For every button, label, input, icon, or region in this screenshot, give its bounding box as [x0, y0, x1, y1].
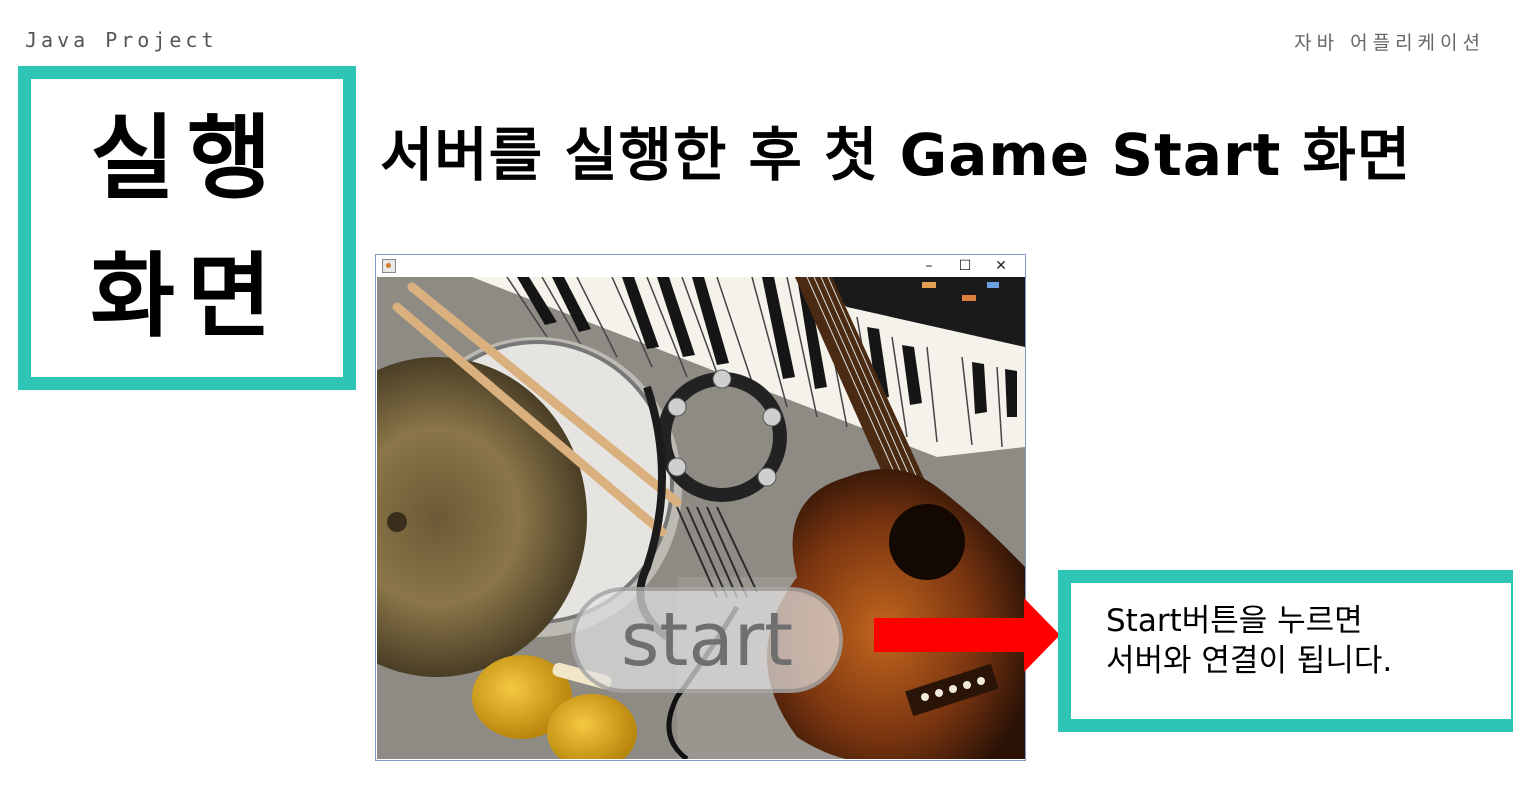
header-right-label: 자바 어플리케이션	[1294, 32, 1485, 54]
annotation-line1: Start버튼을 누르면	[1106, 603, 1363, 639]
java-app-icon	[382, 259, 396, 273]
maximize-button[interactable]: ☐	[947, 256, 983, 276]
minimize-button[interactable]: –	[911, 256, 947, 276]
section-title-box: 실행 화면	[18, 66, 356, 390]
annotation-line2: 서버와 연결이 됩니다.	[1106, 643, 1393, 679]
instruments-background-image: start	[377, 277, 1025, 759]
annotation-box: Start버튼을 누르면 서버와 연결이 됩니다.	[1058, 570, 1513, 732]
header-left-label: Java Project	[25, 28, 218, 52]
page-headline: 서버를 실행한 후 첫 Game Start 화면	[380, 121, 1412, 189]
window-controls: – ☐ ✕	[911, 256, 1019, 276]
section-title-line2: 화면	[90, 243, 284, 350]
app-window: – ☐ ✕ start	[375, 254, 1026, 761]
start-button[interactable]: start	[571, 587, 843, 693]
close-button[interactable]: ✕	[983, 256, 1019, 276]
window-titlebar: – ☐ ✕	[376, 255, 1025, 277]
arrow-icon	[874, 598, 1060, 672]
section-title-line1: 실행	[90, 105, 284, 212]
